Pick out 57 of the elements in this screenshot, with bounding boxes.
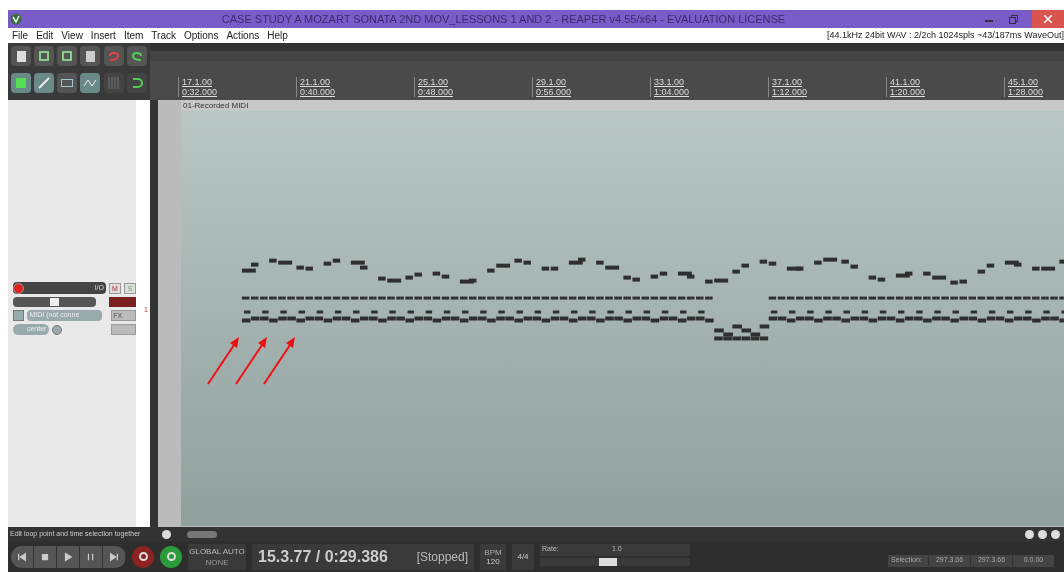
rate-slider[interactable] xyxy=(540,557,690,566)
stop-icon xyxy=(40,551,50,562)
item-name: 01-Recorded MIDI xyxy=(182,100,250,111)
close-icon xyxy=(1044,15,1052,23)
horizontal-scrollbar[interactable] xyxy=(187,530,217,538)
menu-item[interactable]: Insert xyxy=(86,28,120,43)
time-label: 0:56.000 xyxy=(536,87,573,97)
new-file-icon[interactable] xyxy=(11,46,31,66)
bar-label: 29.1.00 xyxy=(536,77,568,87)
bar-label: 33.1.00 xyxy=(654,77,686,87)
pause-icon xyxy=(86,551,96,562)
bar-label: 41.1.00 xyxy=(890,77,922,87)
repeat-button[interactable] xyxy=(160,545,182,568)
time-label: 0:40.000 xyxy=(300,87,337,97)
global-auto-label: GLOBAL AUTO xyxy=(189,545,245,557)
window-title: CASE STUDY A MOZART SONATA 2ND MOV_LESSONS 1 AND 2 - REAPER v4.55/x64 - EVALUATION LICENSE xyxy=(220,11,787,27)
menu-item[interactable]: View xyxy=(57,28,87,43)
volume-slider[interactable] xyxy=(13,297,96,307)
record-button[interactable] xyxy=(132,545,154,568)
time-position: 15.3.77 / 0:29.386 xyxy=(258,546,388,567)
menu-item[interactable]: Item xyxy=(119,28,148,43)
bpm-value: 120 xyxy=(486,556,500,566)
time-label: 0:32.000 xyxy=(182,87,219,97)
skip-end-icon xyxy=(109,551,119,562)
menu-item[interactable]: Help xyxy=(263,28,292,43)
menu-item[interactable]: Edit xyxy=(32,28,58,43)
bar-label: 17.1.00 xyxy=(182,77,214,87)
bar-label: 25.1.00 xyxy=(418,77,450,87)
time-label: 1:20.000 xyxy=(890,87,927,97)
bar-label: 37.1.00 xyxy=(772,77,804,87)
audio-status: [44.1kHz 24bit WAV : 2/2ch 1024spls ~43/187ms WaveOut] xyxy=(826,28,1064,42)
redo-icon[interactable] xyxy=(126,46,147,66)
close-button[interactable] xyxy=(1032,10,1064,28)
time-label: 0:48.000 xyxy=(418,87,455,97)
time-signature: 4/4 xyxy=(512,543,534,570)
bar-label: 21.1.00 xyxy=(300,77,332,87)
play-state: [Stopped] xyxy=(416,548,468,566)
slider-thumb[interactable] xyxy=(50,298,59,306)
menu-item[interactable]: File xyxy=(8,28,33,43)
restore-icon[interactable] xyxy=(1009,14,1018,24)
time-label: 1:12.000 xyxy=(772,87,809,97)
document-icon[interactable] xyxy=(80,46,101,66)
menu-item[interactable]: Track xyxy=(147,28,180,43)
skip-start-icon xyxy=(17,551,27,562)
menu-item[interactable]: Actions xyxy=(222,28,264,43)
app-logo-icon xyxy=(10,13,22,25)
bar-label: 45.1.00 xyxy=(1008,77,1040,87)
level-meter xyxy=(109,297,136,307)
time-label: 1:28.000 xyxy=(1008,87,1045,97)
record-arm-button[interactable] xyxy=(13,282,24,294)
loop-icon[interactable] xyxy=(126,73,147,93)
phase-icon[interactable] xyxy=(52,324,63,335)
slider-thumb[interactable] xyxy=(599,557,618,566)
menu-item[interactable]: Options xyxy=(179,28,223,43)
time-label: 1:04.000 xyxy=(654,87,691,97)
auto-mode-button[interactable]: NONE xyxy=(205,556,229,568)
bpm-label: BPM xyxy=(484,547,502,557)
